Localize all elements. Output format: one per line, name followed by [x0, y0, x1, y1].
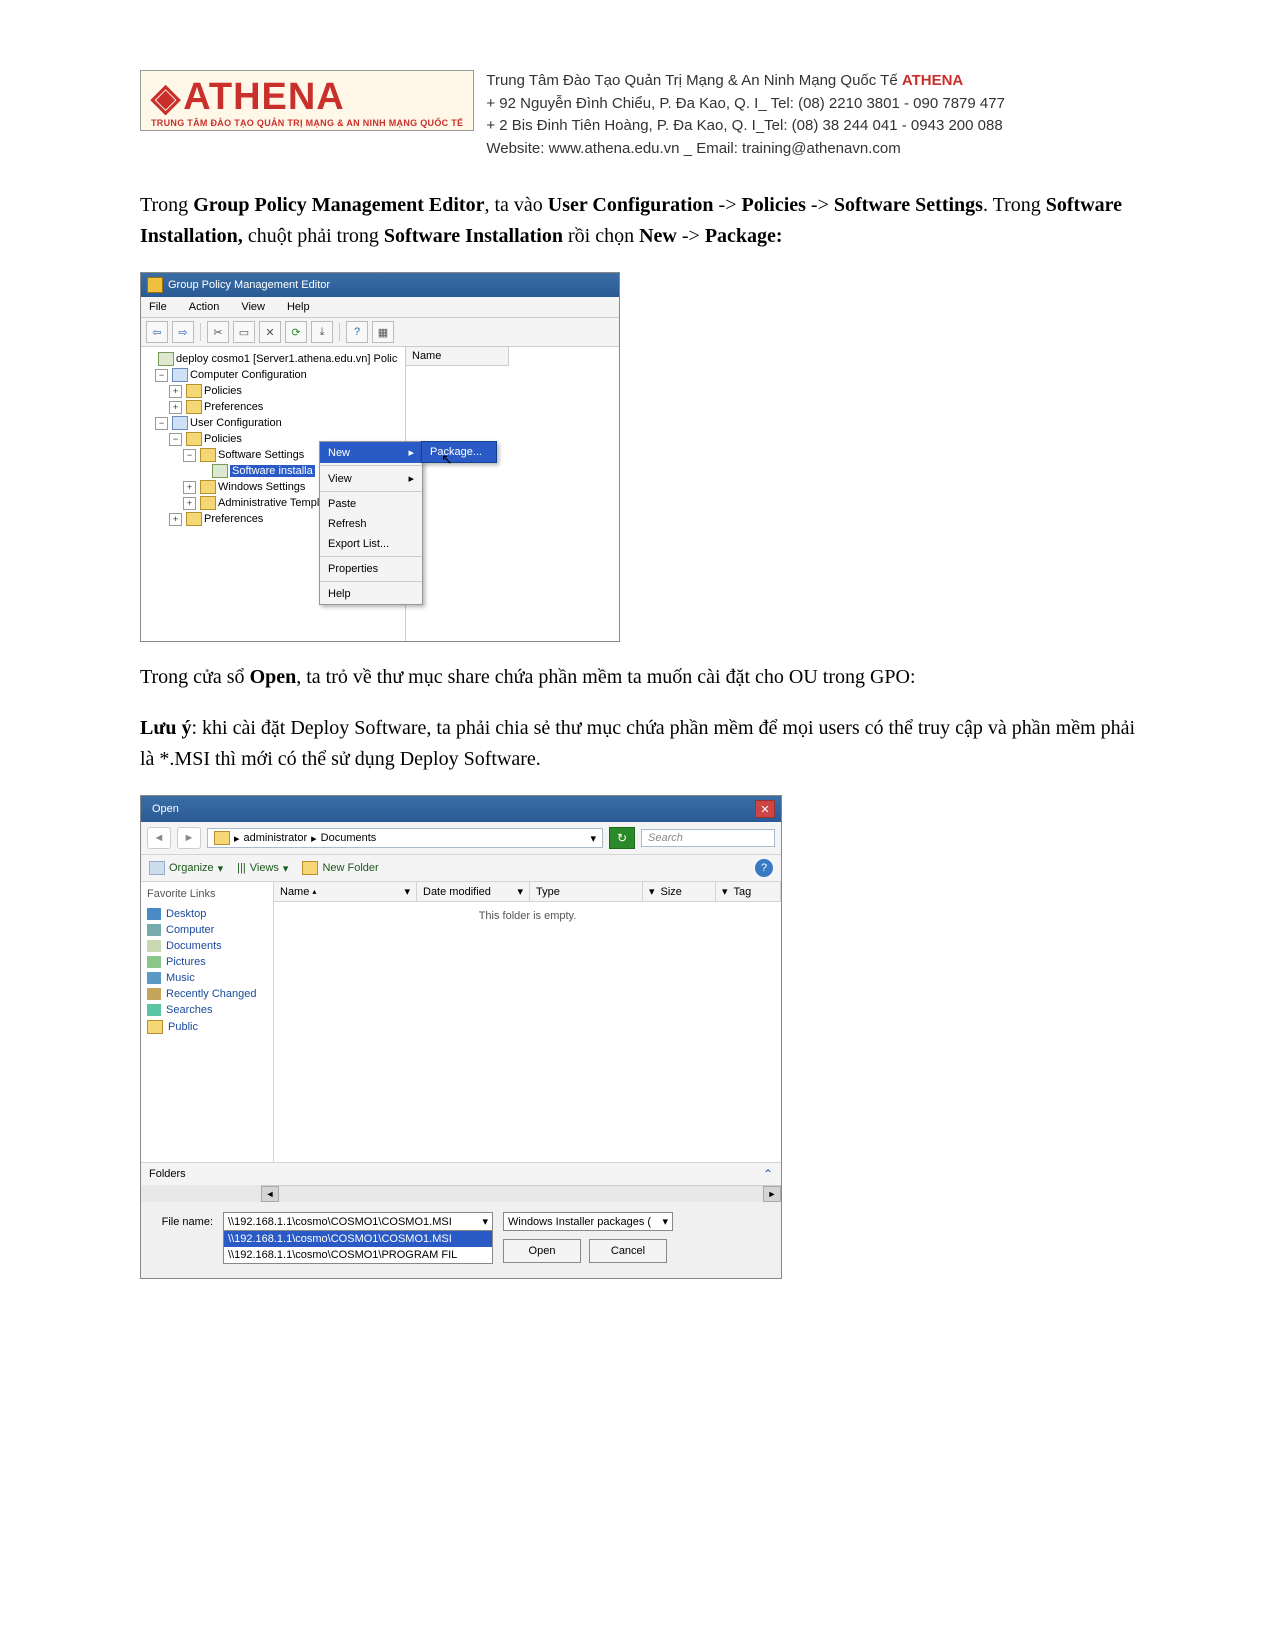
ctx-view[interactable]: View▸ [320, 468, 422, 489]
fav-recent[interactable]: Recently Changed [147, 986, 267, 1002]
open-dialog: Open ✕ ◄ ► ▸administrator▸Documents ▾ ↻ … [140, 795, 782, 1279]
views-button[interactable]: |||Views ▾ [237, 862, 288, 875]
menu-action[interactable]: Action [185, 299, 224, 315]
paragraph-1: Trong Group Policy Management Editor, ta… [140, 190, 1144, 252]
favorite-links: Favorite Links Desktop Computer Document… [141, 882, 274, 1162]
export-icon[interactable]: ⤓ [311, 321, 333, 343]
delete-icon[interactable]: ✕ [259, 321, 281, 343]
col-tag[interactable]: ▾Tag [716, 882, 781, 901]
ctx-export[interactable]: Export List... [320, 534, 422, 554]
col-size[interactable]: ▾Size [643, 882, 716, 901]
organize-button[interactable]: Organize ▾ [149, 861, 223, 875]
fav-music[interactable]: Music [147, 970, 267, 986]
back-icon[interactable]: ⇦ [146, 321, 168, 343]
cut-icon[interactable]: ✂ [207, 321, 229, 343]
ctx-new[interactable]: New▸ [320, 442, 422, 463]
filename-opt-0[interactable]: \\192.168.1.1\cosmo\COSMO1\COSMO1.MSI [224, 1231, 492, 1247]
filename-dropdown[interactable]: \\192.168.1.1\cosmo\COSMO1\COSMO1.MSI \\… [223, 1231, 493, 1264]
address-bar[interactable]: ▸administrator▸Documents ▾ [207, 828, 603, 848]
fav-public[interactable]: Public [147, 1018, 267, 1036]
refresh-icon[interactable]: ↻ [609, 827, 635, 849]
fav-documents[interactable]: Documents [147, 938, 267, 954]
refresh-icon[interactable]: ⟳ [285, 321, 307, 343]
ctx-refresh[interactable]: Refresh [320, 514, 422, 534]
fav-computer[interactable]: Computer [147, 922, 267, 938]
cancel-button[interactable]: Cancel [589, 1239, 667, 1263]
gpme-toolbar: ⇦ ⇨ ✂ ▭ ✕ ⟳ ⤓ ? ▦ [141, 318, 619, 347]
nav-fwd-icon[interactable]: ► [177, 827, 201, 849]
app-icon [147, 277, 163, 293]
help-icon[interactable]: ? [346, 321, 368, 343]
gpme-menubar: File Action View Help [141, 297, 619, 318]
h-scrollbar[interactable]: ◄► [261, 1185, 781, 1202]
close-icon[interactable]: ✕ [755, 800, 775, 818]
cursor-icon: ↖ [441, 451, 453, 468]
search-input[interactable]: Search [641, 829, 775, 847]
open-titlebar: Open ✕ [141, 796, 781, 822]
col-name[interactable]: Name [406, 347, 509, 366]
menu-help[interactable]: Help [283, 299, 314, 315]
help-icon[interactable]: ? [755, 859, 773, 877]
paragraph-2: Trong cửa sổ Open, ta trỏ về thư mục sha… [140, 662, 1144, 693]
open-toolbar: Organize ▾ |||Views ▾ New Folder ? [141, 855, 781, 882]
context-menu: New▸ View▸ Paste Refresh Export List... … [319, 441, 423, 605]
tree-software-installation[interactable]: Software installa [230, 465, 315, 477]
filename-input[interactable]: \\192.168.1.1\cosmo\COSMO1\COSMO1.MSI▾ [223, 1212, 493, 1231]
ctx-paste[interactable]: Paste [320, 494, 422, 514]
forward-icon[interactable]: ⇨ [172, 321, 194, 343]
menu-file[interactable]: File [145, 299, 171, 315]
header-info: Trung Tâm Đào Tạo Quản Trị Mạng & An Nin… [486, 70, 1005, 160]
filetype-combo[interactable]: Windows Installer packages (▾ [503, 1212, 673, 1231]
ctx-help[interactable]: Help [320, 584, 422, 604]
menu-view[interactable]: View [237, 299, 269, 315]
submenu-package[interactable]: Package... [421, 441, 497, 463]
col-type[interactable]: Type [530, 882, 643, 901]
gpme-listview: Name [406, 347, 619, 641]
logo: ◈ATHENA TRUNG TÂM ĐÀO TẠO QUẢN TRỊ MẠNG … [140, 70, 474, 131]
col-date[interactable]: Date modified▾ [417, 882, 530, 901]
filename-label: File name: [153, 1212, 213, 1228]
nav-back-icon[interactable]: ◄ [147, 827, 171, 849]
fav-desktop[interactable]: Desktop [147, 906, 267, 922]
fav-searches[interactable]: Searches [147, 1002, 267, 1018]
empty-message: This folder is empty. [274, 902, 781, 930]
filename-opt-1[interactable]: \\192.168.1.1\cosmo\COSMO1\PROGRAM FIL [224, 1247, 492, 1263]
paragraph-3: Lưu ý: khi cài đặt Deploy Software, ta p… [140, 713, 1144, 775]
folders-pane-toggle[interactable]: Folders⌃ [141, 1162, 781, 1185]
folder-icon [214, 831, 230, 845]
file-list[interactable]: Name ▴▾ Date modified▾ Type ▾Size ▾Tag T… [274, 882, 781, 1162]
options-icon[interactable]: ▦ [372, 321, 394, 343]
new-folder-button[interactable]: New Folder [302, 861, 378, 875]
letterhead: ◈ATHENA TRUNG TÂM ĐÀO TẠO QUẢN TRỊ MẠNG … [140, 70, 1144, 160]
open-button[interactable]: Open [503, 1239, 581, 1263]
ctx-properties[interactable]: Properties [320, 559, 422, 579]
gpme-window: Group Policy Management Editor File Acti… [140, 272, 620, 642]
copy-icon[interactable]: ▭ [233, 321, 255, 343]
fav-pictures[interactable]: Pictures [147, 954, 267, 970]
col-name[interactable]: Name ▴▾ [274, 882, 417, 901]
open-navbar: ◄ ► ▸administrator▸Documents ▾ ↻ Search [141, 822, 781, 855]
gpme-titlebar: Group Policy Management Editor [141, 273, 619, 297]
